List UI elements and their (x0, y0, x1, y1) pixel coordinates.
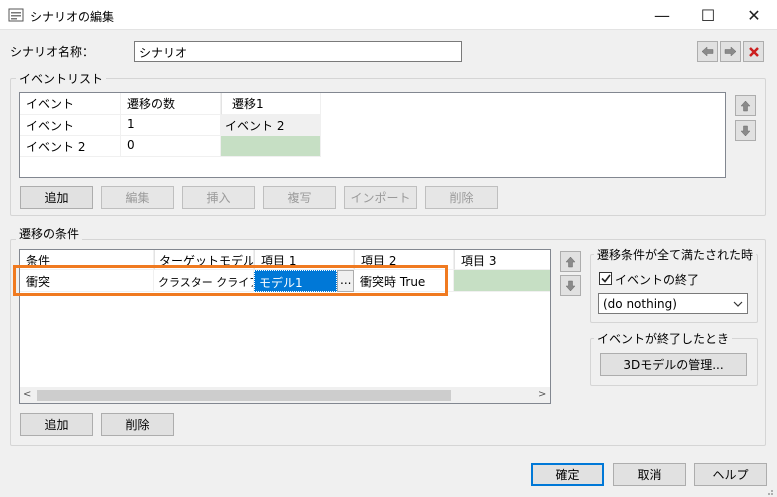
arrow-up-icon (740, 100, 751, 111)
event-row-1-transition1[interactable]: イベント 2 (221, 115, 321, 136)
arrow-right-icon (724, 46, 737, 57)
maximize-button[interactable]: ☐ (685, 0, 731, 30)
help-button[interactable]: ヘルプ (694, 463, 767, 486)
conditions-title: 遷移の条件 (16, 225, 83, 242)
window-title: シナリオの編集 (30, 10, 115, 24)
cond-add-button[interactable]: 追加 (20, 413, 93, 436)
scenario-name-label: シナリオ名称： (10, 45, 95, 59)
minimize-button[interactable]: — (639, 0, 685, 30)
event-list-title: イベントリスト (16, 70, 107, 87)
cancel-button[interactable]: 取消 (613, 463, 686, 486)
cond-header-item3[interactable]: 項目 3 (454, 250, 550, 270)
all-met-action-value: (do nothing) (603, 296, 677, 311)
event-delete-button[interactable]: 削除 (425, 186, 498, 209)
delete-scenario-button[interactable] (743, 41, 764, 62)
app-icon (8, 8, 24, 22)
minimize-icon: — (654, 5, 670, 25)
scroll-right-icon[interactable]: > (538, 389, 546, 400)
cond-row-item3[interactable] (454, 270, 550, 292)
event-header-count[interactable]: 遷移の数 (121, 93, 221, 115)
event-edit-button[interactable]: 編集 (101, 186, 174, 209)
event-header-transition1[interactable]: 遷移1 (221, 93, 321, 115)
event-row-2-name[interactable]: イベント 2 (20, 136, 121, 157)
prev-button[interactable] (697, 41, 718, 62)
cond-move-up-button[interactable] (560, 251, 581, 272)
row-highlight-annotation (13, 265, 448, 296)
arrow-down-icon (565, 280, 576, 291)
delete-x-icon (748, 46, 759, 57)
cond-delete-button[interactable]: 削除 (101, 413, 174, 436)
next-button[interactable] (720, 41, 741, 62)
ok-button[interactable]: 確定 (531, 463, 604, 486)
event-row-2-transition1[interactable] (221, 136, 321, 157)
arrow-down-icon (740, 125, 751, 136)
event-add-button[interactable]: 追加 (20, 186, 93, 209)
cond-move-down-button[interactable] (560, 275, 581, 296)
chevron-down-icon (733, 301, 743, 307)
manage-3d-models-button[interactable]: 3Dモデルの管理... (600, 353, 747, 376)
event-move-down-button[interactable] (735, 120, 756, 141)
end-event-label: イベントの終了 (615, 273, 700, 287)
event-import-button[interactable]: インポート (344, 186, 417, 209)
close-window-button[interactable]: ✕ (731, 0, 777, 30)
maximize-icon: ☐ (700, 5, 716, 25)
event-header-event[interactable]: イベント (20, 93, 121, 115)
conditions-hscrollbar[interactable]: < > (20, 387, 550, 403)
event-row-1-name[interactable]: イベント (20, 115, 121, 136)
event-insert-button[interactable]: 挿入 (182, 186, 255, 209)
checkmark-icon (600, 274, 611, 283)
all-met-action-select[interactable]: (do nothing) (598, 293, 748, 314)
event-end-title: イベントが終了したとき (594, 330, 733, 347)
scroll-thumb[interactable] (37, 390, 451, 401)
event-move-up-button[interactable] (735, 95, 756, 116)
event-row-2-count[interactable]: 0 (121, 136, 221, 157)
end-event-checkbox[interactable] (599, 272, 612, 285)
event-list-grid[interactable]: イベント 遷移の数 遷移1 イベント 1 イベント 2 イベント 2 0 (19, 92, 726, 178)
close-icon: ✕ (747, 5, 761, 25)
arrow-left-icon (701, 46, 714, 57)
title-bar: シナリオの編集 — ☐ ✕ (0, 0, 777, 30)
resize-grip-icon[interactable] (764, 485, 774, 495)
scroll-left-icon[interactable]: < (23, 389, 31, 400)
event-row-1-count[interactable]: 1 (121, 115, 221, 136)
event-copy-button[interactable]: 複写 (263, 186, 336, 209)
scenario-name-input[interactable]: シナリオ (134, 41, 462, 62)
arrow-up-icon (565, 256, 576, 267)
all-met-title: 遷移条件が全て満たされた時 (594, 246, 757, 263)
